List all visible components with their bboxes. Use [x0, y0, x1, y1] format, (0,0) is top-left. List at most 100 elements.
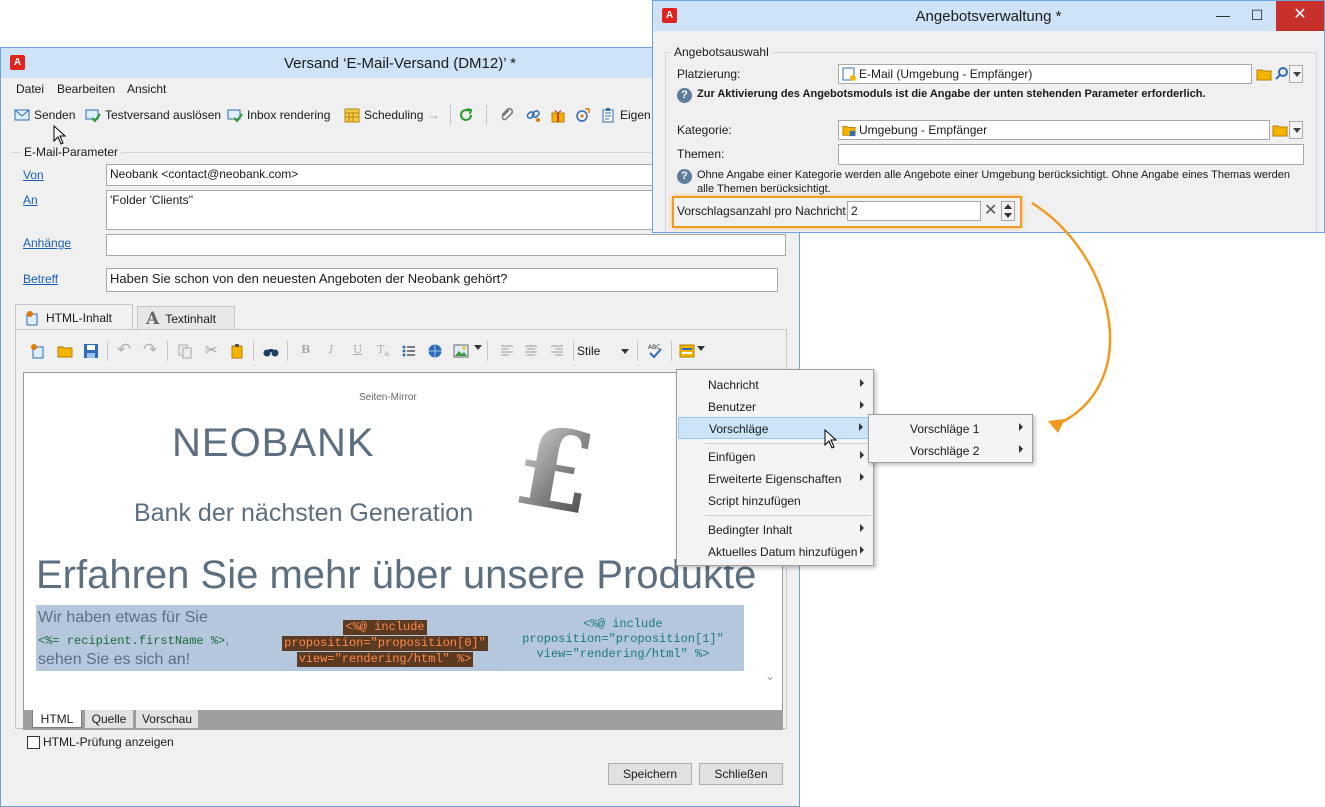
align-left-icon[interactable] — [499, 343, 515, 359]
open-folder-icon[interactable] — [57, 343, 73, 359]
proposition-0-line1: <%@ include — [343, 620, 427, 635]
html-check-checkbox[interactable] — [27, 736, 40, 749]
copy-icon[interactable] — [177, 343, 193, 359]
menu-item-bedingter-inhalt[interactable]: Bedingter Inhalt — [678, 519, 872, 541]
bullet-list-icon[interactable] — [401, 343, 417, 359]
offer-selection-legend: Angebotsauswahl — [671, 45, 772, 59]
count-spinner[interactable] — [1001, 201, 1015, 221]
inbox-rendering-button[interactable]: Inbox rendering — [227, 105, 330, 125]
tracking-button[interactable] — [575, 105, 591, 125]
minimize-button[interactable]: — — [1206, 1, 1240, 31]
properties-button[interactable]: Eigen — [600, 105, 651, 125]
inbox-rendering-label: Inbox rendering — [247, 108, 331, 122]
menu-item-erweiterte-eigenschaften[interactable]: Erweiterte Eigenschaften — [678, 468, 872, 490]
menu-item-vorschlaege-2[interactable]: Vorschläge 2 — [870, 440, 1031, 462]
placement-dropdown-button[interactable] — [1289, 65, 1303, 83]
save-icon[interactable] — [83, 343, 99, 359]
tab-text-content[interactable]: A Textinhalt — [137, 306, 235, 330]
category-field[interactable]: Umgebung - Empfänger — [838, 120, 1270, 140]
scheduling-button[interactable]: Scheduling → — [344, 105, 439, 125]
menu-item-einfuegen[interactable]: Einfügen — [678, 446, 872, 468]
to-link[interactable]: An — [23, 193, 38, 207]
menu-bearbeiten[interactable]: Bearbeiten — [57, 82, 115, 96]
view-tab-html[interactable]: HTML — [32, 710, 82, 728]
placement-value: E-Mail (Umgebung - Empfänger) — [859, 67, 1033, 81]
link-button[interactable] — [525, 105, 541, 125]
proposition-1-line2: proposition="proposition[1]" — [522, 632, 724, 646]
search-icon[interactable] — [1274, 66, 1290, 82]
chevron-down-icon — [1293, 128, 1301, 133]
close-button[interactable]: Schließen — [699, 763, 783, 785]
attachments-field[interactable] — [106, 234, 786, 256]
submenu-arrow-icon — [860, 401, 864, 409]
menu-item-nachricht[interactable]: Nachricht — [678, 374, 872, 396]
subject-link[interactable]: Betreff — [23, 272, 58, 286]
intro-text-line3: sehen Sie es sich an! — [38, 651, 191, 668]
html-editor-canvas[interactable]: Seiten-Mirror NEOBANK Bank der nächsten … — [23, 372, 783, 712]
menu-item-vorschlaege-1[interactable]: Vorschläge 1 — [870, 418, 1031, 440]
html-content-icon — [26, 310, 38, 325]
find-binoculars-icon[interactable] — [263, 343, 279, 359]
align-right-icon[interactable] — [549, 343, 565, 359]
folder-icon[interactable] — [1256, 66, 1272, 82]
clear-icon[interactable]: ✕ — [984, 200, 997, 220]
view-tab-source[interactable]: Quelle — [85, 710, 133, 728]
menu-item-einfuegen-label: Einfügen — [708, 450, 756, 464]
maximize-button[interactable]: ☐ — [1240, 1, 1274, 31]
toolbar-separator — [253, 341, 254, 361]
spellcheck-icon[interactable]: ABC — [647, 343, 663, 359]
refresh-button[interactable] — [458, 105, 474, 125]
save-button[interactable]: Speichern — [608, 763, 692, 785]
submenu-arrow-icon — [1019, 423, 1023, 431]
italic-icon[interactable]: I — [329, 343, 333, 356]
bold-icon[interactable]: B — [301, 343, 310, 356]
folder-icon[interactable] — [1272, 122, 1288, 138]
category-dropdown-button[interactable] — [1289, 121, 1303, 139]
offer-button[interactable] — [550, 105, 566, 125]
category-label: Kategorie: — [677, 123, 732, 137]
cut-icon[interactable]: ✂ — [205, 341, 218, 359]
view-tab-preview[interactable]: Vorschau — [136, 710, 198, 728]
menu-item-vorschlaege[interactable]: Vorschläge — [678, 417, 872, 439]
personalization-dropdown-icon[interactable] — [697, 346, 705, 351]
insert-link-globe-icon[interactable] — [427, 343, 443, 359]
mouse-pointer-icon — [824, 429, 838, 449]
paperclip-icon — [501, 107, 514, 121]
send-button[interactable]: Senden — [14, 105, 75, 125]
menu-item-vorschlaege-label: Vorschläge — [709, 422, 769, 436]
menu-datei[interactable]: Datei — [16, 82, 44, 96]
tagline: Bank der nächsten Generation — [134, 499, 474, 527]
redo-icon[interactable]: ↷ — [143, 340, 157, 360]
tab-html-content[interactable]: HTML-Inhalt — [15, 304, 133, 330]
new-html-icon[interactable] — [29, 343, 45, 359]
align-center-icon[interactable] — [523, 343, 539, 359]
submenu-arrow-icon — [860, 546, 864, 554]
personalization-icon[interactable] — [679, 343, 695, 359]
menu-item-nachricht-label: Nachricht — [708, 378, 759, 392]
image-dropdown-icon[interactable] — [474, 345, 482, 350]
style-select[interactable]: Stile — [577, 341, 629, 361]
undo-icon[interactable]: ↶ — [117, 340, 131, 360]
category-info-line2: alle Themen berücksichtigt. — [697, 183, 831, 195]
themes-field[interactable] — [838, 144, 1304, 165]
toolbar-separator — [671, 341, 672, 361]
paste-icon[interactable] — [229, 343, 245, 359]
underline-icon[interactable]: U — [353, 343, 362, 356]
submenu-arrow-icon — [859, 423, 863, 431]
subject-field[interactable]: Haben Sie schon von den neuesten Angebot… — [106, 268, 778, 292]
window-close-button[interactable]: ✕ — [1276, 1, 1324, 31]
menu-item-benutzer[interactable]: Benutzer — [678, 396, 872, 418]
attachment-button[interactable] — [499, 105, 515, 125]
menu-ansicht[interactable]: Ansicht — [127, 82, 166, 96]
insert-image-icon[interactable] — [453, 343, 469, 359]
text-format-icon[interactable]: Ta — [377, 343, 389, 358]
count-field[interactable]: 2 — [847, 201, 981, 221]
menu-item-script-hinzufuegen[interactable]: Script hinzufügen — [678, 490, 872, 512]
menu-item-aktuelles-datum[interactable]: Aktuelles Datum hinzufügen — [678, 541, 872, 563]
from-link[interactable]: Von — [23, 168, 44, 182]
submenu-arrow-icon — [860, 451, 864, 459]
scroll-down-icon[interactable]: ⌄ — [765, 669, 775, 683]
test-send-button[interactable]: Testversand auslösen — [85, 105, 221, 125]
attachments-link[interactable]: Anhänge — [23, 236, 71, 250]
placement-field[interactable]: E-Mail (Umgebung - Empfänger) — [838, 64, 1252, 84]
